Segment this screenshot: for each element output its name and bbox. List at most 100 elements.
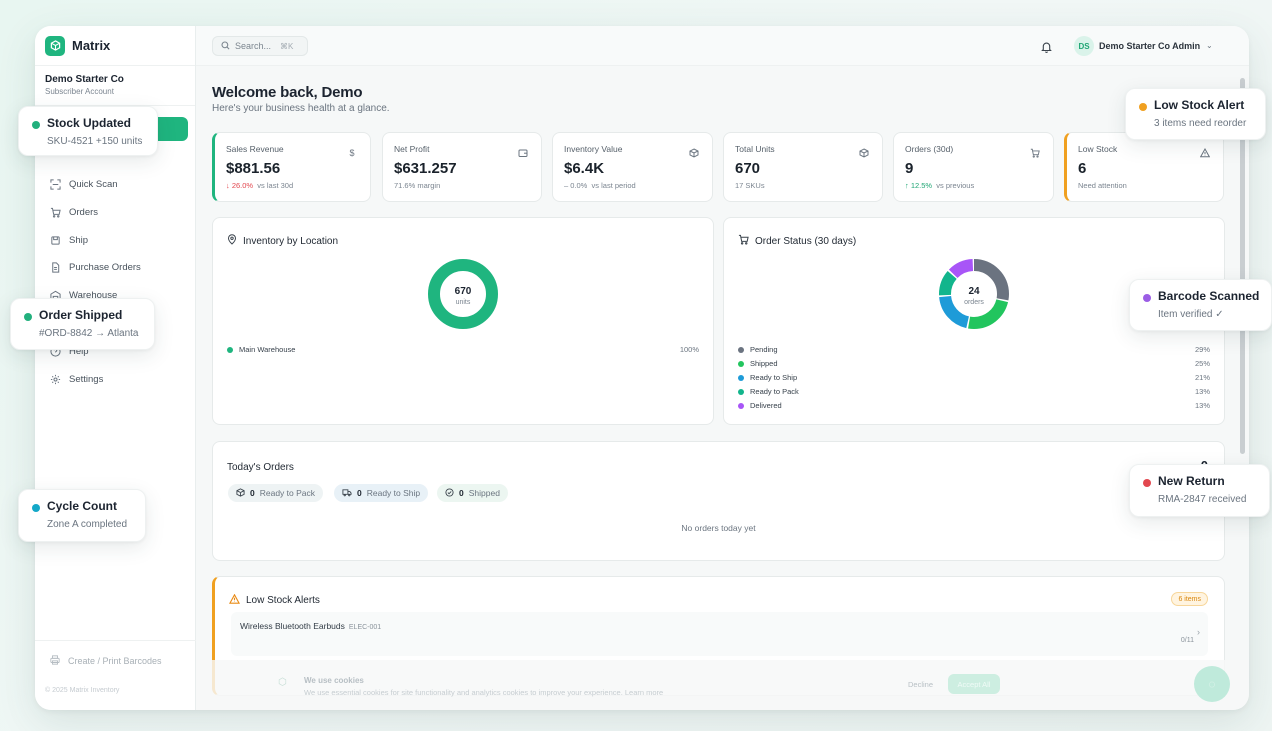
printer-icon — [50, 655, 60, 667]
cart-icon — [50, 207, 61, 218]
stat-card-sales-revenue[interactable]: Sales Revenue $881.56 ↓ 26.0% vs last 30… — [212, 132, 371, 202]
panel-title: Today's Orders — [227, 462, 294, 473]
legend-dot — [738, 346, 744, 353]
sidebar-item-settings[interactable]: Settings — [50, 374, 103, 385]
bell-icon[interactable] — [1041, 40, 1053, 53]
stat-meta-text: vs last 30d — [257, 181, 294, 190]
legend-row-shipped: Shipped — [738, 359, 778, 368]
stat-meta-text: vs last period — [591, 181, 636, 190]
search-input[interactable]: Search... ⌘K — [212, 36, 308, 56]
toast-dot — [1143, 294, 1151, 302]
item-quantity: 0/11 — [1180, 637, 1194, 644]
stat-meta: ↑ 12.5% vs previous — [905, 181, 974, 190]
stat-card-low-stock[interactable]: Low Stock 6 Need attention — [1064, 132, 1224, 202]
legend-pct: 21% — [1194, 373, 1210, 382]
stat-label: Net Profit — [394, 144, 430, 154]
map-pin-icon — [227, 234, 237, 248]
logo[interactable]: Matrix — [35, 26, 195, 66]
toast-order-shipped: Order Shipped #ORD-8842 → Atlanta — [10, 298, 155, 350]
box-icon — [856, 145, 872, 161]
toast-text: 3 items need reorder — [1154, 118, 1247, 129]
panel-title: Order Status (30 days) — [738, 234, 856, 248]
sidebar-item-ship[interactable]: Ship — [50, 235, 88, 246]
stat-card-net-profit[interactable]: Net Profit $631.257 71.6% margin — [382, 132, 542, 202]
stat-meta: ↓ 26.0% vs last 30d — [226, 181, 293, 190]
stat-label: Sales Revenue — [226, 144, 284, 154]
search-placeholder: Search... — [235, 41, 272, 51]
pill-label: Shipped — [468, 488, 500, 498]
pill-count: 0 — [250, 488, 255, 498]
accept-all-button[interactable]: Accept All — [948, 674, 1000, 694]
avatar[interactable]: DS — [1074, 36, 1094, 56]
copyright: © 2025 Matrix Inventory — [45, 687, 120, 694]
stat-label: Low Stock — [1078, 144, 1118, 154]
stat-card-total-units[interactable]: Total Units 670 17 SKUs — [723, 132, 883, 202]
legend-row-delivered: Delivered — [738, 401, 782, 410]
toast-dot — [1143, 479, 1151, 487]
sidebar-item-label: Settings — [69, 374, 104, 385]
box-icon — [686, 145, 702, 161]
toast-dot — [24, 313, 32, 321]
decline-button[interactable]: Decline — [908, 680, 933, 689]
sidebar-item-label: Ship — [69, 235, 89, 246]
stat-label: Orders (30d) — [905, 144, 954, 154]
stat-value: 670 — [735, 160, 761, 177]
stat-label: Inventory Value — [564, 144, 623, 154]
toast-barcode-scanned: Barcode Scanned Item verified ✓ — [1129, 279, 1272, 331]
sidebar-item-quick-scan[interactable]: Quick Scan — [50, 179, 118, 190]
document-icon — [50, 262, 61, 273]
company-plan: Subscriber Account — [45, 87, 114, 96]
stat-meta: 71.6% margin — [394, 181, 441, 190]
item-name-line: Wireless Bluetooth Earbuds ELEC-001 — [240, 621, 381, 631]
pill-ready-to-ship[interactable]: 0 Ready to Ship — [334, 484, 429, 502]
legend-dot — [738, 402, 744, 409]
pill-ready-to-pack[interactable]: 0 Ready to Pack — [228, 484, 324, 502]
panel-title-text: Low Stock Alerts — [246, 595, 320, 606]
stat-change: ↑ 12.5% — [905, 181, 933, 190]
warning-icon — [1197, 145, 1213, 161]
pill-label: Ready to Ship — [366, 488, 421, 498]
sidebar-item-orders[interactable]: Orders — [50, 207, 98, 218]
sidebar-item-label: Orders — [69, 207, 99, 218]
check-circle-icon — [445, 487, 454, 499]
stat-card-orders[interactable]: Orders (30d) 9 ↑ 12.5% vs previous — [893, 132, 1054, 202]
company-switcher[interactable]: Demo Starter Co Subscriber Account — [35, 66, 195, 106]
legend-row-main-warehouse: Main Warehouse — [227, 345, 295, 354]
legend-dot — [227, 346, 233, 353]
chevron-down-icon[interactable]: ⌄ — [1206, 41, 1213, 50]
legend-label: Main Warehouse — [239, 345, 296, 354]
pill-count: 0 — [459, 488, 464, 498]
legend-label: Pending — [750, 345, 778, 354]
cookie-title: We use cookies — [304, 676, 364, 685]
page-subtitle: Here's your business health at a glance. — [212, 103, 390, 114]
low-stock-item[interactable]: Wireless Bluetooth Earbuds ELEC-001 › 0/1… — [231, 612, 1208, 656]
user-menu-name[interactable]: Demo Starter Co Admin — [1099, 41, 1200, 51]
stat-meta: 17 SKUs — [735, 181, 765, 190]
cart-icon — [1027, 145, 1043, 161]
pill-shipped[interactable]: 0 Shipped — [437, 484, 508, 502]
chevron-right-icon: › — [1197, 627, 1200, 637]
cookie-text: We use essential cookies for site functi… — [304, 688, 664, 697]
toast-dot — [1139, 103, 1147, 111]
cookie-icon: ⬡ — [278, 677, 287, 688]
toast-stock-updated: Stock Updated SKU-4521 +150 units — [18, 106, 158, 156]
cookie-banner: ⬡ We use cookies We use essential cookie… — [196, 660, 1249, 710]
inventory-donut-chart: 670 units — [428, 259, 498, 329]
app-name: Matrix — [72, 38, 111, 53]
sidebar-item-purchase-orders[interactable]: Purchase Orders — [50, 262, 141, 273]
stat-label: Total Units — [735, 144, 775, 154]
stat-meta: Need attention — [1078, 181, 1127, 190]
toast-dot — [32, 504, 40, 512]
donut-center-label: orders — [964, 299, 984, 306]
legend-row-pending: Pending — [738, 345, 778, 354]
toast-title: Barcode Scanned — [1158, 289, 1260, 303]
stat-card-inventory-value[interactable]: Inventory Value $6.4K – 0.0% vs last per… — [552, 132, 713, 202]
print-barcodes-button[interactable]: Create / Print Barcodes — [35, 641, 196, 667]
pill-count: 0 — [357, 488, 362, 498]
chat-fab-button[interactable]: ◌ — [1194, 666, 1230, 702]
stat-meta: – 0.0% vs last period — [564, 181, 636, 190]
legend-dot — [738, 388, 744, 395]
box-icon — [236, 487, 245, 499]
stat-value: 6 — [1078, 160, 1087, 177]
sidebar-item-label: Quick Scan — [69, 179, 118, 190]
